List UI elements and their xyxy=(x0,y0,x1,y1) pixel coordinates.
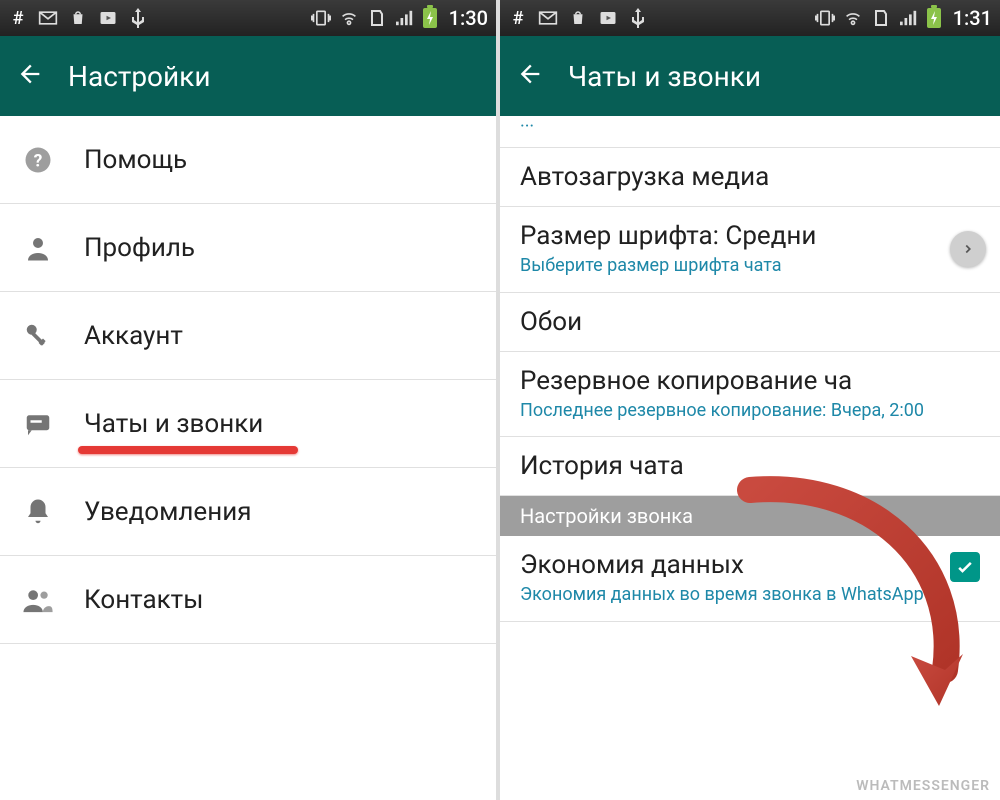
app-bar: Настройки xyxy=(0,36,496,116)
settings-item-label: Уведомления xyxy=(84,497,252,527)
cutoff-text: ··· xyxy=(500,116,1000,147)
key-icon xyxy=(20,321,56,351)
card-icon xyxy=(871,8,891,28)
settings-item-label: Чаты и звонки xyxy=(84,409,263,439)
settings-item-account[interactable]: Аккаунт xyxy=(0,292,496,380)
play-icon xyxy=(98,8,118,28)
usb-icon xyxy=(128,8,148,28)
vibrate-icon xyxy=(311,8,331,28)
option-wallpaper[interactable]: Обои xyxy=(500,293,1000,352)
section-call-settings: Настройки звонка xyxy=(500,496,1000,536)
people-icon xyxy=(20,585,56,615)
wifi-icon xyxy=(339,8,359,28)
watermark: WHATMESSENGER xyxy=(856,778,990,794)
signal-icon xyxy=(395,8,415,28)
chat-icon xyxy=(20,409,56,439)
settings-item-label: Помощь xyxy=(84,145,187,175)
page-title: Чаты и звонки xyxy=(568,60,761,93)
settings-item-label: Аккаунт xyxy=(84,321,183,351)
back-icon[interactable] xyxy=(16,60,44,92)
phone-settings: # 1:30 Настройки ? Помощь xyxy=(0,0,500,800)
status-bar: # 1:31 xyxy=(500,0,1000,36)
phone-chats-calls: # 1:31 Чаты и звонки ··· Автозагрузка м xyxy=(500,0,1000,800)
settings-item-help[interactable]: ? Помощь xyxy=(0,116,496,204)
wifi-icon xyxy=(843,8,863,28)
option-title: Резервное копирование ча xyxy=(520,366,980,396)
settings-item-notifications[interactable]: Уведомления xyxy=(0,468,496,556)
annotation-underline xyxy=(78,446,298,454)
option-title: Автозагрузка медиа xyxy=(520,162,980,192)
settings-item-chats[interactable]: Чаты и звонки xyxy=(0,380,496,468)
option-title: Обои xyxy=(520,307,980,337)
settings-item-profile[interactable]: Профиль xyxy=(0,204,496,292)
mail-icon xyxy=(38,8,58,28)
settings-item-contacts[interactable]: Контакты xyxy=(0,556,496,644)
option-chat-history[interactable]: История чата xyxy=(500,437,1000,496)
card-icon xyxy=(367,8,387,28)
svg-text:?: ? xyxy=(34,151,43,171)
status-bar: # 1:30 xyxy=(0,0,496,36)
status-clock: 1:31 xyxy=(953,6,992,30)
battery-icon xyxy=(927,8,941,28)
chevron-right-icon[interactable] xyxy=(950,231,986,267)
option-subtitle: Последнее резервное копирование: Вчера, … xyxy=(520,400,980,423)
option-title: Размер шрифта: Средни xyxy=(520,221,980,251)
app-bar: Чаты и звонки xyxy=(500,36,1000,116)
page-title: Настройки xyxy=(68,60,210,93)
mail-icon xyxy=(538,8,558,28)
status-clock: 1:30 xyxy=(449,6,488,30)
option-subtitle: Выберите размер шрифта чата xyxy=(520,255,980,278)
store-icon xyxy=(68,8,88,28)
option-backup[interactable]: Резервное копирование ча Последнее резер… xyxy=(500,352,1000,438)
signal-icon xyxy=(899,8,919,28)
person-icon xyxy=(20,233,56,263)
help-icon: ? xyxy=(20,145,56,175)
usb-icon xyxy=(628,8,648,28)
settings-item-label: Контакты xyxy=(84,585,203,615)
option-data-saving[interactable]: Экономия данных Экономия данных во время… xyxy=(500,536,1000,622)
back-icon[interactable] xyxy=(516,60,544,92)
option-title: Экономия данных xyxy=(520,550,980,580)
vibrate-icon xyxy=(815,8,835,28)
option-font-size[interactable]: Размер шрифта: Средни Выберите размер шр… xyxy=(500,207,1000,293)
bell-icon xyxy=(20,497,56,527)
option-media-autodownload[interactable]: Автозагрузка медиа xyxy=(500,148,1000,207)
battery-icon xyxy=(423,8,437,28)
option-title: История чата xyxy=(520,451,980,481)
option-subtitle: Экономия данных во время звонка в WhatsA… xyxy=(520,584,980,607)
play-icon xyxy=(598,8,618,28)
settings-item-label: Профиль xyxy=(84,233,195,263)
checkbox-checked[interactable] xyxy=(950,552,980,582)
store-icon xyxy=(568,8,588,28)
hash-icon: # xyxy=(8,8,28,28)
hash-icon: # xyxy=(508,8,528,28)
